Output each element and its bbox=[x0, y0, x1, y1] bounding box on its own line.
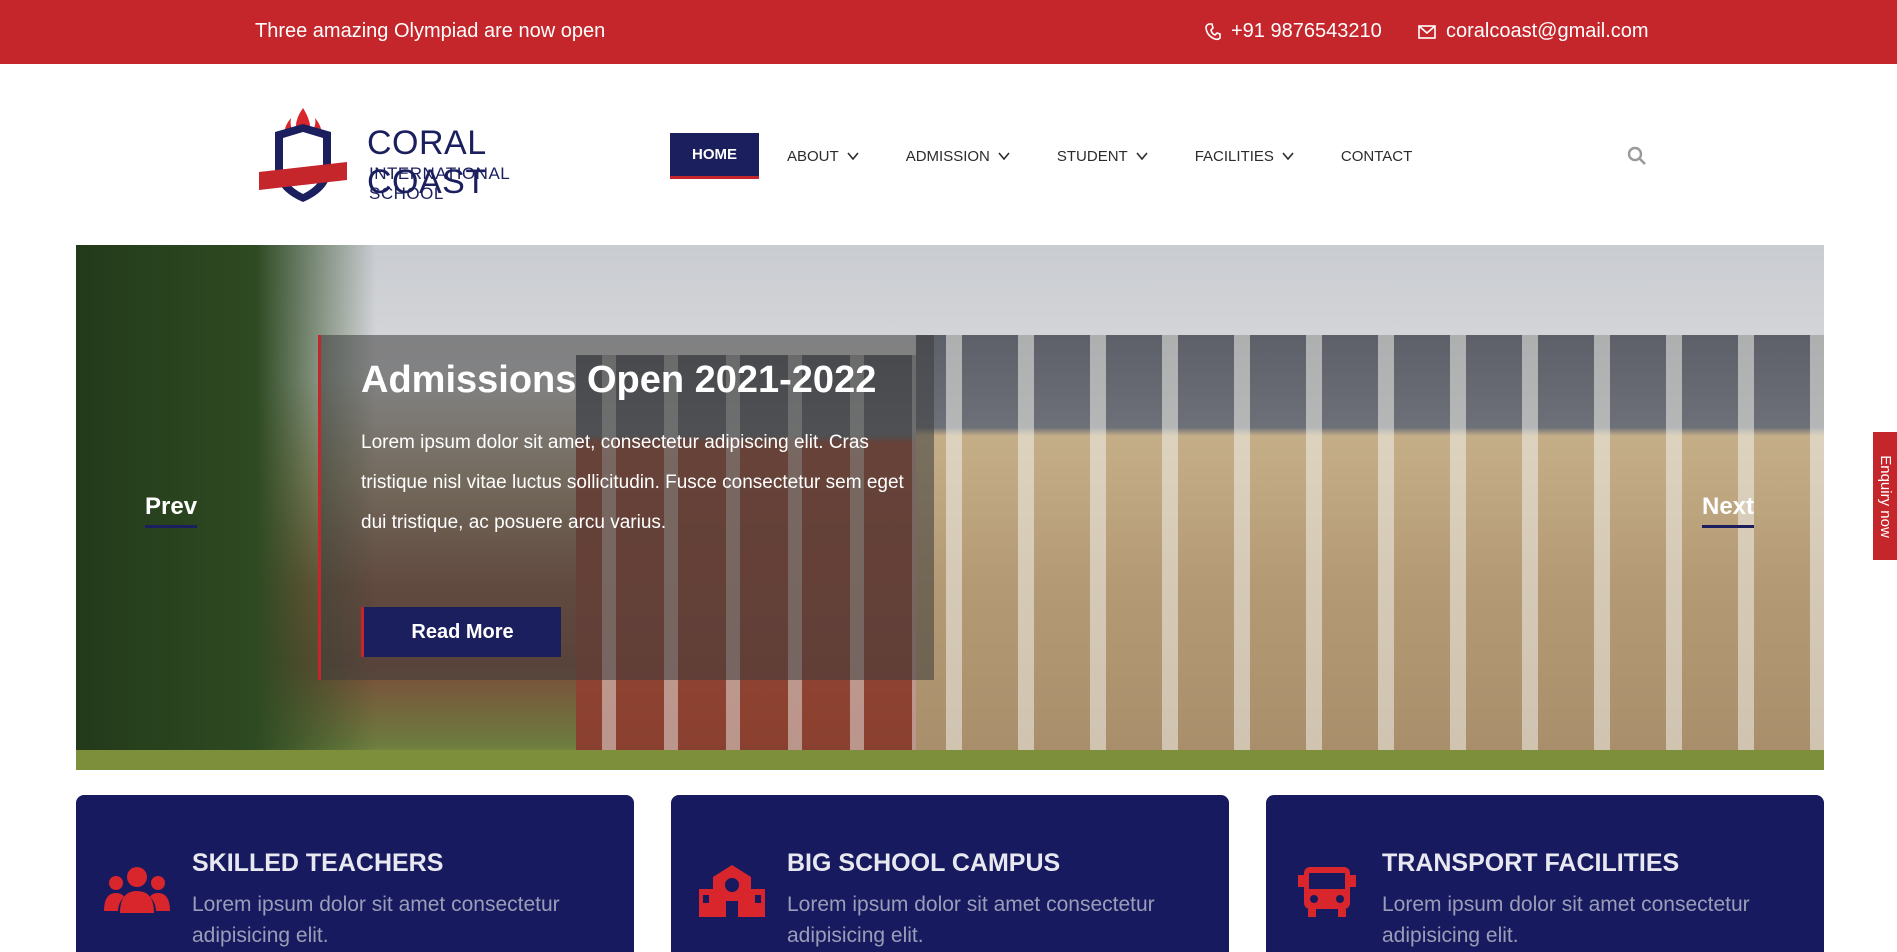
nav-facilities[interactable]: FACILITIES bbox=[1195, 133, 1295, 179]
email-address: coralcoast@gmail.com bbox=[1446, 20, 1649, 42]
nav-student[interactable]: STUDENT bbox=[1057, 133, 1149, 179]
crest-icon bbox=[259, 108, 347, 202]
hero-slider: Admissions Open 2021-2022 Lorem ipsum do… bbox=[76, 245, 1824, 770]
chevron-down-icon bbox=[998, 152, 1010, 161]
bus-icon bbox=[1298, 867, 1356, 917]
nav-contact-label: CONTACT bbox=[1340, 147, 1413, 165]
nav-home[interactable]: HOME bbox=[670, 133, 759, 179]
phone-icon bbox=[1205, 22, 1221, 41]
nav-admission[interactable]: ADMISSION bbox=[906, 133, 1011, 179]
feature-card-campus: BIG SCHOOL CAMPUS Lorem ipsum dolor sit … bbox=[671, 795, 1229, 952]
top-bar: Three amazing Olympiad are now open +91 … bbox=[0, 0, 1897, 64]
site-header: CORAL COAST INTERNATIONAL SCHOOL HOME AB… bbox=[0, 64, 1897, 244]
read-more-button[interactable]: Read More bbox=[361, 607, 561, 657]
enquiry-label: Enquiry now bbox=[1876, 454, 1894, 538]
school-icon bbox=[699, 865, 765, 917]
hero-image-building bbox=[916, 335, 1824, 755]
nav-admission-label: ADMISSION bbox=[905, 147, 990, 165]
phone-link[interactable]: +91 9876543210 bbox=[1205, 20, 1382, 43]
feature-title: BIG SCHOOL CAMPUS bbox=[787, 849, 1061, 877]
nav-about[interactable]: ABOUT bbox=[787, 133, 860, 179]
phone-number: +91 9876543210 bbox=[1231, 20, 1382, 42]
hero-image-lawn bbox=[76, 750, 1824, 770]
feature-text: Lorem ipsum dolor sit amet consectetur a… bbox=[787, 893, 1155, 947]
feature-title: SKILLED TEACHERS bbox=[192, 849, 444, 877]
hero-text: Lorem ipsum dolor sit amet, consectetur … bbox=[361, 432, 904, 533]
slider-next-button[interactable]: Next bbox=[1702, 493, 1755, 528]
nav-about-label: ABOUT bbox=[787, 147, 839, 165]
nav-facilities-label: FACILITIES bbox=[1194, 147, 1274, 165]
school-logo[interactable]: CORAL COAST INTERNATIONAL SCHOOL bbox=[255, 106, 585, 210]
nav-home-label: HOME bbox=[692, 146, 737, 163]
feature-card-teachers: SKILLED TEACHERS Lorem ipsum dolor sit a… bbox=[76, 795, 634, 952]
search-icon[interactable] bbox=[1626, 145, 1648, 167]
email-link[interactable]: coralcoast@gmail.com bbox=[1418, 20, 1649, 43]
nav-student-label: STUDENT bbox=[1056, 147, 1128, 165]
hero-caption: Admissions Open 2021-2022 Lorem ipsum do… bbox=[318, 335, 934, 680]
hero-title: Admissions Open 2021-2022 bbox=[361, 359, 877, 401]
chevron-down-icon bbox=[1282, 152, 1294, 161]
envelope-icon bbox=[1418, 24, 1436, 39]
chevron-down-icon bbox=[1136, 152, 1148, 161]
nav-contact[interactable]: CONTACT bbox=[1341, 133, 1412, 179]
feature-text: Lorem ipsum dolor sit amet consectetur a… bbox=[192, 893, 560, 947]
feature-card-transport: TRANSPORT FACILITIES Lorem ipsum dolor s… bbox=[1266, 795, 1824, 952]
enquiry-tab[interactable]: Enquiry now bbox=[1873, 432, 1897, 560]
main-nav: HOME ABOUT ADMISSION STUDENT FACILITIES … bbox=[670, 133, 1458, 179]
chevron-down-icon bbox=[847, 152, 859, 161]
users-icon bbox=[104, 867, 170, 913]
logo-subtitle: INTERNATIONAL SCHOOL bbox=[369, 164, 510, 203]
feature-title: TRANSPORT FACILITIES bbox=[1382, 849, 1680, 877]
announcement-text: Three amazing Olympiad are now open bbox=[255, 20, 606, 42]
slider-prev-button[interactable]: Prev bbox=[145, 493, 198, 528]
feature-text: Lorem ipsum dolor sit amet consectetur a… bbox=[1382, 893, 1750, 947]
